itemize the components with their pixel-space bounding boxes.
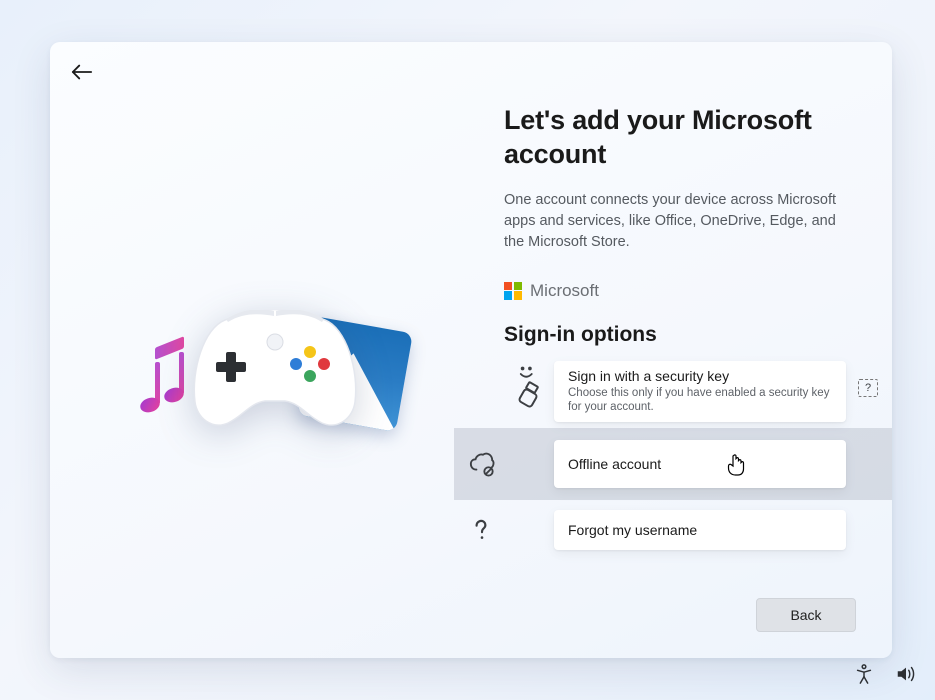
question-mark-icon bbox=[460, 517, 504, 543]
option-forgot-username[interactable]: Forgot my username bbox=[554, 510, 846, 550]
hero-illustration bbox=[140, 292, 420, 472]
back-button[interactable]: Back bbox=[756, 598, 856, 632]
signin-options-list: Sign in with a security key Choose this … bbox=[504, 361, 856, 551]
system-tray bbox=[853, 663, 917, 690]
microsoft-brand-text: Microsoft bbox=[530, 281, 599, 301]
option-forgot-wrap: Forgot my username bbox=[504, 510, 856, 550]
page-subtitle: One account connects your device across … bbox=[504, 190, 856, 253]
option-offline-title: Offline account bbox=[568, 456, 834, 472]
back-button-label: Back bbox=[790, 607, 821, 623]
game-controller-icon bbox=[190, 310, 360, 430]
option-security-key[interactable]: Sign in with a security key Choose this … bbox=[554, 361, 846, 423]
pointer-cursor-icon bbox=[726, 454, 746, 476]
option-offline-wrap: Offline account bbox=[504, 440, 856, 488]
content-pane: Let's add your Microsoft account One acc… bbox=[504, 104, 856, 550]
music-note-icon bbox=[140, 342, 195, 412]
section-title: Sign-in options bbox=[504, 323, 856, 347]
option-security-key-title: Sign in with a security key bbox=[568, 368, 834, 384]
option-security-key-wrap: Sign in with a security key Choose this … bbox=[504, 361, 856, 423]
help-badge-icon[interactable]: ? bbox=[858, 379, 878, 397]
accessibility-icon[interactable] bbox=[853, 663, 875, 690]
option-forgot-title: Forgot my username bbox=[568, 522, 834, 538]
option-security-key-desc: Choose this only if you have enabled a s… bbox=[568, 386, 834, 416]
volume-icon[interactable] bbox=[895, 663, 917, 690]
microsoft-brand: Microsoft bbox=[504, 281, 856, 301]
cloud-offline-icon bbox=[460, 451, 504, 477]
microsoft-logo-icon bbox=[504, 282, 522, 300]
usb-key-icon bbox=[516, 381, 544, 414]
back-arrow-icon[interactable] bbox=[68, 62, 96, 82]
option-offline-account[interactable]: Offline account bbox=[554, 440, 846, 488]
oobe-card: Let's add your Microsoft account One acc… bbox=[50, 42, 892, 658]
page-title: Let's add your Microsoft account bbox=[504, 104, 856, 172]
